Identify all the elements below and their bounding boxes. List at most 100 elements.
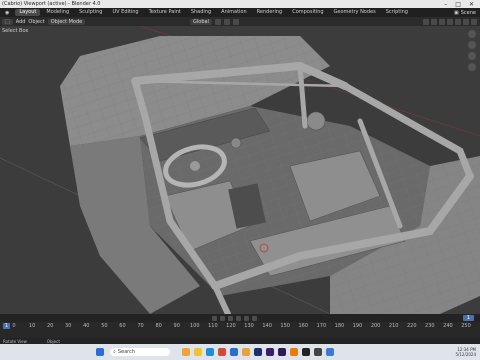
tab-animation[interactable]: Animation — [217, 9, 251, 16]
pan-icon[interactable] — [468, 41, 476, 49]
header-menu-add[interactable]: Add — [16, 19, 26, 25]
viewport-label: Select Box — [2, 28, 29, 34]
prev-key-icon[interactable] — [220, 315, 225, 321]
snap-icon[interactable] — [223, 18, 230, 25]
timeline-tick: 100 — [190, 323, 200, 329]
start-icon[interactable] — [96, 348, 104, 356]
status-rotate-view: Rotate View — [3, 338, 27, 344]
gizmo-icon[interactable] — [431, 18, 437, 25]
jump-start-icon[interactable] — [212, 315, 217, 321]
taskbar-search[interactable]: ⌕ Search — [110, 348, 170, 356]
xbox-icon[interactable] — [302, 348, 310, 356]
timeline-tick: 200 — [370, 323, 381, 329]
tab-layout[interactable]: Layout — [15, 9, 41, 16]
gauge-left — [230, 137, 242, 149]
windows-taskbar: ⌕ Search 12:34 PM 5/12/2024 — [0, 344, 480, 360]
zoom-icon[interactable] — [468, 30, 476, 38]
timeline-tick: 150 — [280, 323, 290, 329]
timeline-tick: 230 — [425, 323, 435, 329]
timeline-tick: 160 — [298, 323, 309, 329]
timeline-tick: 140 — [262, 323, 272, 329]
maximize-icon[interactable]: □ — [455, 1, 461, 8]
vehicle-model-render[interactable] — [0, 26, 480, 314]
timeline-tick: 20 — [46, 323, 54, 329]
scene-selector[interactable]: ▣ Scene — [454, 10, 480, 16]
blender-logo-icon[interactable]: ◉ — [2, 10, 12, 16]
status-object: Object — [46, 338, 60, 344]
visibility-icon[interactable] — [423, 18, 429, 25]
navigation-gizmo[interactable] — [468, 30, 478, 71]
pivot-icon[interactable] — [214, 18, 221, 25]
solid-shading-icon[interactable] — [455, 18, 461, 25]
tab-modeling[interactable]: Modeling — [42, 9, 73, 16]
search-icon: ⌕ — [113, 349, 116, 355]
workspace-tabs-bar: ◉ Layout Modeling Sculpting UV Editing Textu… — [0, 8, 480, 17]
store-icon[interactable] — [230, 348, 238, 356]
timeline-tick: 130 — [244, 323, 254, 329]
clock-date: 5/12/2024 — [455, 352, 476, 357]
tab-texture-paint[interactable]: Texture Paint — [145, 9, 185, 16]
chrome-icon[interactable] — [218, 348, 226, 356]
timeline-tick: 80 — [155, 323, 162, 329]
tab-rendering[interactable]: Rendering — [253, 9, 287, 16]
unity-icon[interactable] — [314, 348, 322, 356]
timeline-tick: 170 — [316, 323, 327, 329]
transform-orientation-dropdown[interactable]: Global — [190, 18, 212, 25]
rendered-shading-icon[interactable] — [471, 18, 477, 25]
proportional-edit-icon[interactable] — [232, 18, 239, 25]
tab-shading[interactable]: Shading — [187, 9, 215, 16]
mode-selector[interactable]: ⬚ — [2, 18, 13, 25]
timeline-tick: 110 — [208, 323, 218, 329]
timeline-ruler[interactable]: 1 0 10 20 30 40 50 60 70 80 90 100 110 120 130 140 150 1… — [0, 322, 480, 338]
timeline-tick: 10 — [28, 323, 36, 329]
current-frame-field[interactable]: 1 — [462, 315, 474, 321]
scene-label: Scene — [460, 9, 476, 16]
timeline-tick: 50 — [101, 323, 108, 329]
mail-icon[interactable] — [326, 348, 334, 356]
timeline-tick: 0 — [12, 323, 16, 329]
ps-icon[interactable] — [254, 348, 262, 356]
timeline-tick: 90 — [173, 323, 180, 329]
timeline-tick: 210 — [388, 323, 399, 329]
pc-icon[interactable] — [242, 348, 250, 356]
ae-icon[interactable] — [266, 348, 274, 356]
timeline-tick: 30 — [65, 323, 72, 329]
tab-uv-editing[interactable]: UV Editing — [108, 9, 142, 16]
close-icon[interactable]: ✕ — [469, 1, 474, 8]
timeline-tick: 40 — [83, 323, 90, 329]
tab-geometry-nodes[interactable]: Geometry Nodes — [330, 9, 380, 16]
timeline-tick: 240 — [443, 323, 453, 329]
camera-icon[interactable] — [468, 52, 476, 60]
pr-icon[interactable] — [278, 348, 286, 356]
viewport-shading-controls — [423, 18, 480, 25]
system-tray[interactable]: 12:34 PM 5/12/2024 — [455, 347, 476, 357]
play-icon[interactable] — [236, 315, 241, 321]
3d-viewport[interactable]: Select Box — [0, 26, 480, 314]
scene-icon: ▣ — [454, 9, 459, 16]
timeline-tick: 120 — [226, 323, 236, 329]
gauge-right — [306, 111, 326, 131]
perspective-icon[interactable] — [468, 63, 476, 71]
next-key-icon[interactable] — [244, 315, 249, 321]
blender-icon[interactable] — [290, 348, 298, 356]
header-menu-object[interactable]: Object — [28, 19, 44, 25]
overlay-icon[interactable] — [439, 18, 445, 25]
material-shading-icon[interactable] — [463, 18, 469, 25]
timeline-tick: 70 — [137, 323, 144, 329]
search-placeholder: Search — [117, 349, 135, 355]
object-mode-dropdown[interactable]: Object Mode — [47, 18, 86, 25]
files-icon[interactable] — [194, 348, 202, 356]
play-reverse-icon[interactable] — [228, 315, 233, 321]
timeline-tick: 180 — [334, 323, 345, 329]
tab-sculpting[interactable]: Sculpting — [75, 9, 106, 16]
tab-compositing[interactable]: Compositing — [288, 9, 327, 16]
weather-icon[interactable] — [182, 348, 190, 356]
jump-end-icon[interactable] — [252, 315, 257, 321]
wireframe-shading-icon[interactable] — [447, 18, 453, 25]
timeline-header: 1 — [0, 314, 480, 322]
tab-scripting[interactable]: Scripting — [382, 9, 412, 16]
minimize-icon[interactable]: – — [444, 1, 447, 8]
window-controls: – □ ✕ — [444, 1, 480, 8]
playhead[interactable]: 1 — [3, 323, 11, 329]
edge-icon[interactable] — [206, 348, 214, 356]
